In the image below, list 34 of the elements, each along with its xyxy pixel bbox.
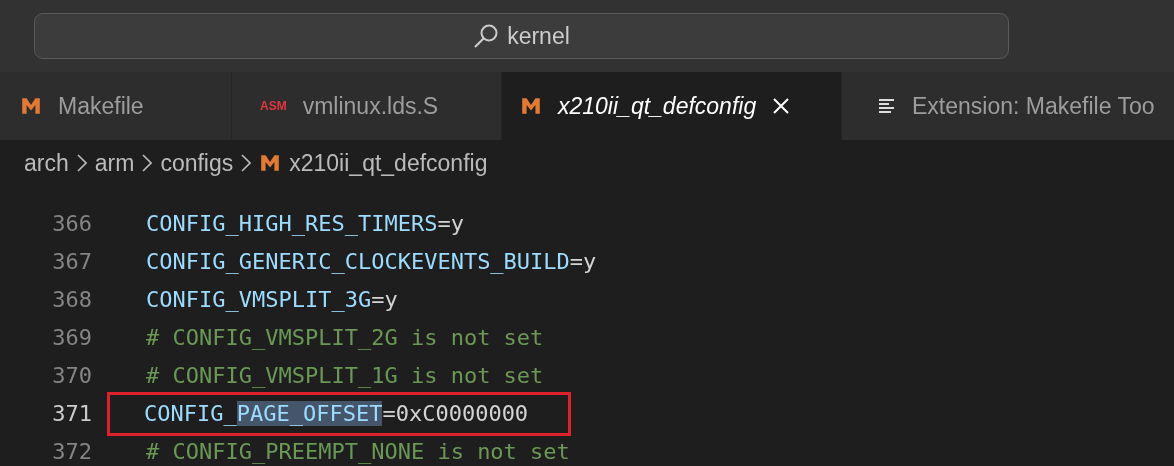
search-text: kernel	[507, 21, 570, 51]
chevron-icon	[76, 154, 87, 172]
close-icon[interactable]	[772, 97, 791, 115]
line-number: 369	[51, 324, 92, 352]
breadcrumb-item[interactable]: configs	[160, 145, 234, 181]
breadcrumb-item[interactable]: arm	[94, 145, 135, 181]
line-number: 367	[51, 248, 92, 276]
editor-tab[interactable]: Makefile	[0, 72, 232, 140]
m-letter-icon	[520, 95, 542, 117]
file-type-icon: ASM	[260, 97, 287, 115]
code-line: # CONFIG_VMSPLIT_1G is not set	[145, 362, 544, 390]
m-letter-icon	[20, 95, 42, 117]
search-icon	[473, 23, 500, 49]
breadcrumb-item[interactable]: arch	[24, 145, 69, 181]
highlighted-code-line: CONFIG_PAGE_OFFSET=0xC0000000	[110, 395, 569, 433]
search-field[interactable]: kernel	[34, 13, 1009, 59]
line-number: 372	[51, 438, 92, 466]
code-line: # CONFIG_PREEMPT_NONE is not set	[145, 438, 570, 466]
line-number: 370	[51, 362, 92, 390]
editor-tab[interactable]: x210ii_qt_defconfig	[502, 72, 842, 140]
line-number: 366	[51, 210, 92, 238]
editor-tab[interactable]: Extension: Makefile Too	[842, 72, 1174, 140]
lines-icon	[878, 98, 896, 114]
editor-tab[interactable]: ASM vmlinux.lds.S	[232, 72, 502, 140]
code-line: CONFIG_GENERIC_CLOCKEVENTS_BUILD=y	[145, 248, 597, 276]
chevron-icon	[142, 154, 153, 172]
line-number: 368	[51, 286, 92, 314]
breadcrumb-item[interactable]: x210ii_qt_defconfig	[289, 145, 488, 181]
code-line: CONFIG_HIGH_RES_TIMERS=y	[145, 210, 464, 238]
m-letter-icon	[259, 152, 282, 174]
code-line: CONFIG_VMSPLIT_3G=y	[145, 286, 398, 314]
chevron-icon	[241, 154, 252, 172]
code-line: # CONFIG_VMSPLIT_2G is not set	[145, 324, 544, 352]
line-number: 371	[51, 400, 92, 428]
